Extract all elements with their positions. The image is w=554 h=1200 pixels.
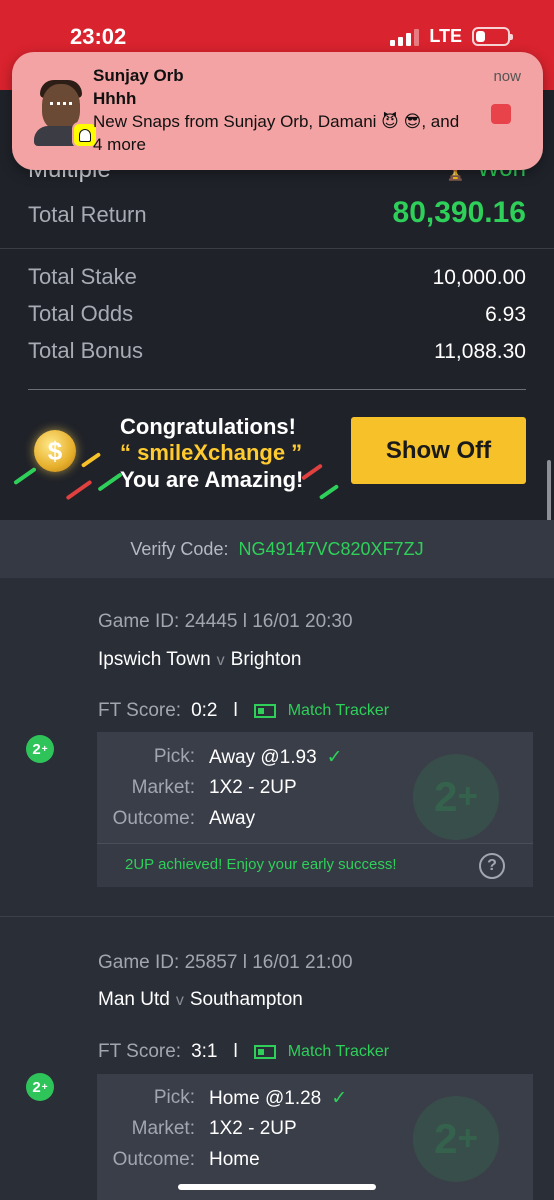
total-odds-label: Total Odds <box>28 301 134 326</box>
ft-score-row: FT Score: 3:1 l Match Tracker <box>98 1041 390 1062</box>
match-teams: Ipswich Town v Brighton <box>98 649 302 670</box>
away-team: Southampton <box>189 989 303 1010</box>
avatar <box>32 80 98 148</box>
notification-body: New Snaps from Sunjay Orb, Damani 😈 😎, a… <box>93 112 460 154</box>
market-value: 1X2 - 2UP <box>209 1118 297 1139</box>
home-indicator[interactable] <box>178 1184 376 1190</box>
congrats-message: You are Amazing! <box>120 467 304 492</box>
total-odds-row: Total Odds 6.93 <box>28 301 526 327</box>
ft-score-value: 3:1 <box>191 1041 218 1062</box>
signal-icon <box>390 28 420 46</box>
total-stake-label: Total Stake <box>28 264 137 289</box>
total-return-row: Total Return 80,390.16 <box>28 196 526 230</box>
battery-icon <box>472 27 513 46</box>
notification-indicator <box>491 104 511 124</box>
verify-code-value[interactable]: NG49147VC820XF7ZJ <box>238 539 423 560</box>
total-stake-row: Total Stake 10,000.00 <box>28 264 526 290</box>
divider <box>0 248 554 249</box>
total-bonus-row: Total Bonus 11,088.30 <box>28 338 526 364</box>
status-time: 23:02 <box>70 24 127 49</box>
total-return-label: Total Return <box>28 202 147 227</box>
pick-details: 2 + Pick: Home @1.28 ✓ Market: 1X2 - 2UP O… <box>97 1074 533 1200</box>
2up-watermark-icon: 2 + <box>413 1096 499 1182</box>
ft-score-row: FT Score: 0:2 l Match Tracker <box>98 700 390 721</box>
status-indicators: LTE <box>390 26 513 47</box>
divider <box>0 916 554 917</box>
match-tracker-link[interactable]: Match Tracker <box>288 702 389 720</box>
show-off-button[interactable]: Show Off <box>351 417 526 484</box>
help-icon[interactable]: ? <box>479 853 505 879</box>
congrats-banner: $ Congratulations! “ smileXchange ” You … <box>0 400 554 515</box>
notification-banner[interactable]: Sunjay Orb Hhhh New Snaps from Sunjay Or… <box>12 52 543 170</box>
game-id: Game ID: 24445 l 16/01 20:30 <box>98 611 353 632</box>
outcome-value: Home <box>209 1149 260 1170</box>
2up-achieved-banner: 2UP achieved! Enjoy your early success! … <box>97 843 533 887</box>
checkmark-icon: ✓ <box>331 1088 348 1109</box>
match-tracker-icon[interactable] <box>253 704 276 718</box>
ft-score-label: FT Score: <box>98 1041 182 1062</box>
match-teams: Man Utd v Southampton <box>98 989 303 1010</box>
market-value: 1X2 - 2UP <box>209 777 297 798</box>
pick-value: Home @1.28 <box>209 1088 322 1109</box>
congrats-username: “ smileXchange ” <box>120 440 303 465</box>
verify-code-row: Verify Code: NG49147VC820XF7ZJ <box>0 520 554 578</box>
away-team: Brighton <box>230 649 302 670</box>
home-team: Ipswich Town <box>98 649 211 670</box>
total-bonus-label: Total Bonus <box>28 338 143 363</box>
2up-achieved-text: 2UP achieved! Enjoy your early success! <box>125 856 397 873</box>
network-type: LTE <box>429 26 462 46</box>
verify-code-label: Verify Code: <box>130 538 229 559</box>
ft-score-label: FT Score: <box>98 700 182 721</box>
outcome-value: Away <box>209 808 256 829</box>
notification-sender: Sunjay Orb <box>93 66 184 85</box>
coin-icon: $ <box>34 430 76 472</box>
match-tracker-link[interactable]: Match Tracker <box>288 1043 389 1061</box>
congrats-title: Congratulations! <box>120 414 296 439</box>
ft-score-value: 0:2 <box>191 700 218 721</box>
notification-subject: Hhhh <box>93 89 137 108</box>
divider <box>28 389 526 390</box>
2up-watermark-icon: 2 + <box>413 754 499 840</box>
total-stake-value: 10,000.00 <box>432 266 526 289</box>
2up-badge-icon: 2 + <box>26 735 54 763</box>
pick-details: 2 + Pick: Away @1.93 ✓ Market: 1X2 - 2UP O… <box>97 732 533 887</box>
home-team: Man Utd <box>98 989 170 1010</box>
match-tracker-icon[interactable] <box>253 1045 276 1059</box>
game-id: Game ID: 25857 l 16/01 21:00 <box>98 952 353 973</box>
total-odds-value: 6.93 <box>485 303 526 326</box>
checkmark-icon: ✓ <box>326 747 343 768</box>
total-bonus-value: 11,088.30 <box>434 340 526 363</box>
total-return-value: 80,390.16 <box>392 196 526 229</box>
2up-badge-icon: 2 + <box>26 1073 54 1101</box>
notification-time: now <box>493 68 521 85</box>
pick-value: Away @1.93 <box>209 747 317 768</box>
